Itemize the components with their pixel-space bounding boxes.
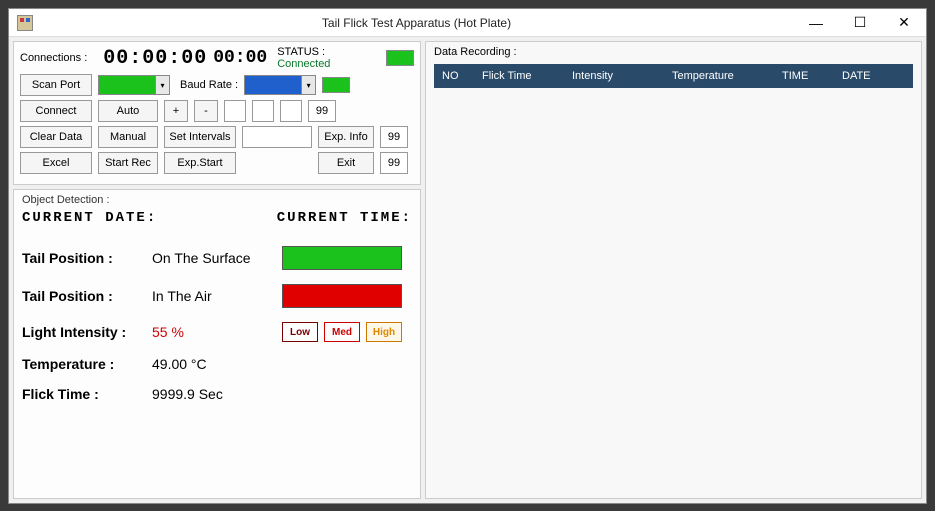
manual-button[interactable]: Manual <box>98 126 158 148</box>
app-icon <box>17 15 33 31</box>
th-temperature: Temperature <box>664 70 774 82</box>
exp-info-button[interactable]: Exp. Info <box>318 126 374 148</box>
data-recording-label: Data Recording : <box>434 46 913 58</box>
port-color-dropdown[interactable]: ▾ <box>98 75 170 95</box>
maximize-button[interactable]: ☐ <box>838 9 882 37</box>
counter-3: 99 <box>380 152 408 174</box>
th-date: DATE <box>834 70 894 82</box>
temperature-label: Temperature : <box>22 356 152 372</box>
timer-secondary: 00:00 <box>213 48 267 68</box>
chevron-down-icon: ▾ <box>301 76 315 94</box>
status-label: STATUS : Connected <box>277 46 380 70</box>
med-intensity-button[interactable]: Med <box>324 322 360 342</box>
plus-button[interactable]: + <box>164 100 188 122</box>
minimize-button[interactable]: — <box>794 9 838 37</box>
tail-position-label-2: Tail Position : <box>22 288 152 304</box>
counter-1: 99 <box>308 100 336 122</box>
window-controls: — ☐ ✕ <box>794 9 926 37</box>
start-rec-button[interactable]: Start Rec <box>98 152 158 174</box>
tail-position-label-1: Tail Position : <box>22 250 152 266</box>
interval-field-2[interactable] <box>252 100 274 122</box>
baud-indicator <box>322 77 350 93</box>
th-time: TIME <box>774 70 834 82</box>
interval-display[interactable] <box>242 126 312 148</box>
minus-button[interactable]: - <box>194 100 218 122</box>
th-flick-time: Flick Time <box>474 70 564 82</box>
temperature-value: 49.00 °C <box>152 356 282 372</box>
connections-label: Connections : <box>20 52 97 64</box>
clear-data-button[interactable]: Clear Data <box>20 126 92 148</box>
flick-time-value: 9999.9 Sec <box>152 386 282 402</box>
th-no: NO <box>434 70 474 82</box>
tail-position-surface: On The Surface <box>152 250 282 266</box>
interval-field-1[interactable] <box>224 100 246 122</box>
baud-rate-label: Baud Rate : <box>180 79 238 91</box>
light-intensity-label: Light Intensity : <box>22 324 152 340</box>
interval-field-3[interactable] <box>280 100 302 122</box>
tail-position-air: In The Air <box>152 288 282 304</box>
auto-button[interactable]: Auto <box>98 100 158 122</box>
set-intervals-button[interactable]: Set Intervals <box>164 126 236 148</box>
connections-group: Connections : 00:00:00 00:00 STATUS : Co… <box>13 41 421 185</box>
status-indicator <box>386 50 414 66</box>
excel-button[interactable]: Excel <box>20 152 92 174</box>
window-title: Tail Flick Test Apparatus (Hot Plate) <box>39 16 794 30</box>
data-recording-panel: Data Recording : NO Flick Time Intensity… <box>425 41 922 499</box>
timer-main: 00:00:00 <box>103 47 207 70</box>
tail-air-indicator <box>282 284 402 308</box>
chevron-down-icon: ▾ <box>155 76 169 94</box>
scan-port-button[interactable]: Scan Port <box>20 74 92 96</box>
th-intensity: Intensity <box>564 70 664 82</box>
data-table-header: NO Flick Time Intensity Temperature TIME… <box>434 64 913 88</box>
low-intensity-button[interactable]: Low <box>282 322 318 342</box>
current-time-label: CURRENT TIME: <box>277 210 412 226</box>
exit-button[interactable]: Exit <box>318 152 374 174</box>
light-intensity-value: 55 % <box>152 324 282 340</box>
object-detection-label: Object Detection : <box>22 194 412 206</box>
titlebar: Tail Flick Test Apparatus (Hot Plate) — … <box>9 9 926 37</box>
baud-rate-dropdown[interactable]: ▾ <box>244 75 316 95</box>
exp-start-button[interactable]: Exp.Start <box>164 152 236 174</box>
tail-surface-indicator <box>282 246 402 270</box>
high-intensity-button[interactable]: High <box>366 322 402 342</box>
flick-time-label: Flick Time : <box>22 386 152 402</box>
close-button[interactable]: ✕ <box>882 9 926 37</box>
status-value: Connected <box>277 58 330 70</box>
object-detection-group: Object Detection : CURRENT DATE: CURRENT… <box>13 189 421 499</box>
app-window: Tail Flick Test Apparatus (Hot Plate) — … <box>8 8 927 504</box>
current-date-label: CURRENT DATE: <box>22 210 157 226</box>
connect-button[interactable]: Connect <box>20 100 92 122</box>
counter-2: 99 <box>380 126 408 148</box>
